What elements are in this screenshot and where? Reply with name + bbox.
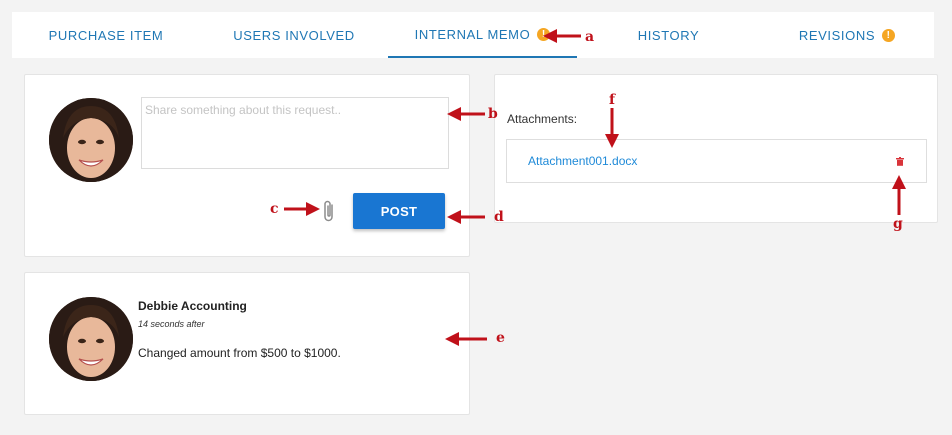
post-button[interactable]: POST (353, 193, 445, 229)
attachments-card: Attachments: Attachment001.docx (494, 74, 938, 223)
tab-label: REVISIONS (798, 27, 876, 43)
comment-timestamp: 14 seconds after (138, 319, 205, 329)
tab-label: INTERNAL MEMO (414, 26, 531, 42)
tab-users-involved[interactable]: USERS INVOLVED (200, 12, 388, 58)
tab-label: HISTORY (637, 27, 700, 43)
memo-input[interactable] (141, 97, 449, 169)
tab-history[interactable]: HISTORY (577, 12, 760, 58)
attachment-link[interactable]: Attachment001.docx (528, 154, 637, 168)
attachments-label: Attachments: (507, 112, 578, 126)
annotation-label: g (893, 216, 903, 232)
arrow-left-icon (543, 29, 581, 43)
arrow-up-icon (892, 175, 906, 215)
tab-label: PURCHASE ITEM (48, 27, 164, 43)
tab-revisions[interactable]: REVISIONS ! (760, 12, 934, 58)
annotation-label: f (609, 92, 616, 108)
tab-bar: PURCHASE ITEM USERS INVOLVED INTERNAL ME… (12, 12, 934, 58)
attachment-item: Attachment001.docx (506, 139, 927, 183)
comment-author: Debbie Accounting (138, 299, 247, 313)
arrow-left-icon (447, 107, 485, 121)
avatar (49, 297, 133, 381)
trash-icon[interactable] (896, 157, 904, 166)
annotation-label: b (488, 106, 498, 122)
memo-compose-card: POST (24, 74, 470, 257)
annotation-label: d (494, 209, 504, 225)
paperclip-icon[interactable] (321, 199, 337, 223)
arrow-left-icon (447, 210, 485, 224)
arrow-right-icon (284, 202, 320, 216)
avatar (49, 98, 133, 182)
comment-card: Debbie Accounting 14 seconds after Chang… (24, 272, 470, 415)
comment-text: Changed amount from $500 to $1000. (138, 346, 341, 360)
arrow-down-icon (605, 108, 619, 148)
tab-purchase-item[interactable]: PURCHASE ITEM (12, 12, 200, 58)
annotation-label: a (585, 29, 595, 45)
annotation-label: c (270, 201, 279, 217)
arrow-left-icon (445, 332, 487, 346)
alert-badge-icon: ! (882, 28, 896, 42)
annotation-label: e (496, 330, 505, 346)
tab-label: USERS INVOLVED (233, 27, 355, 43)
